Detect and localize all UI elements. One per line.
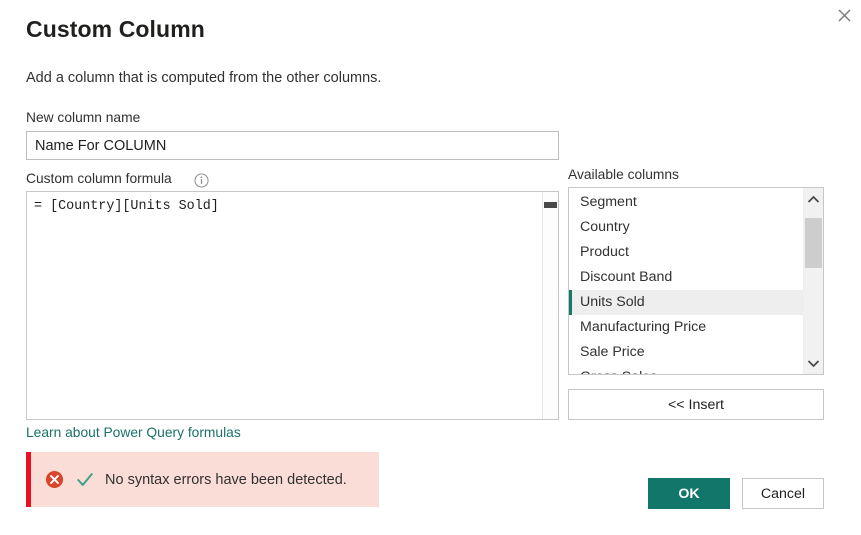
list-item-label: Units Sold [580,294,645,310]
learn-power-query-formulas-link[interactable]: Learn about Power Query formulas [26,425,241,440]
available-columns-items: Segment Country Product Discount Band Units … [569,190,804,374]
custom-column-formula-label: Custom column formula [26,171,172,186]
formula-scrollbar-thumb[interactable] [544,202,557,208]
list-item-label: Segment [580,194,637,210]
checkmark-icon [76,471,94,489]
insert-button[interactable]: << Insert [568,389,824,420]
page-title: Custom Column [26,16,205,43]
close-icon [838,9,851,22]
formula-scrollbar[interactable] [542,192,558,419]
dialog-description: Add a column that is computed from the o… [26,70,381,86]
ok-button[interactable]: OK [648,478,730,509]
scroll-up-button[interactable] [804,188,823,210]
list-item-label: Country [580,219,630,235]
list-item[interactable]: Segment [569,190,804,215]
custom-column-dialog: Custom Column Add a column that is compu… [0,0,861,535]
list-item[interactable]: Manufacturing Price [569,315,804,340]
available-columns-scrollbar[interactable] [803,188,823,374]
chevron-up-icon [807,195,820,204]
scrollbar-thumb[interactable] [805,218,822,268]
status-accent-bar [26,452,31,507]
list-item[interactable]: Discount Band [569,265,804,290]
list-item-label: Gross Sales [580,369,657,375]
status-message-bar: No syntax errors have been detected. [26,452,379,507]
new-column-name-input[interactable] [26,131,559,160]
list-item[interactable]: Gross Sales [569,365,804,375]
scroll-down-button[interactable] [804,352,823,374]
list-item-label: Sale Price [580,344,645,360]
error-circle-icon [45,470,64,489]
cancel-button[interactable]: Cancel [742,478,824,509]
close-button[interactable] [828,0,861,30]
list-item[interactable]: Sale Price [569,340,804,365]
list-item-label: Product [580,244,629,260]
chevron-down-icon [807,359,820,368]
new-column-name-label: New column name [26,110,140,125]
list-item[interactable]: Country [569,215,804,240]
status-message-text: No syntax errors have been detected. [105,472,347,488]
list-item-label: Discount Band [580,269,672,285]
custom-column-formula-editor[interactable]: = [Country][Units Sold] [26,191,559,420]
list-item[interactable]: Product [569,240,804,265]
list-item-label: Manufacturing Price [580,319,706,335]
formula-text: = [Country][Units Sold] [34,198,536,215]
list-item[interactable]: Units Sold [569,290,804,315]
available-columns-list: Segment Country Product Discount Band Units … [568,187,824,375]
info-icon[interactable] [194,173,209,188]
available-columns-label: Available columns [568,167,679,182]
